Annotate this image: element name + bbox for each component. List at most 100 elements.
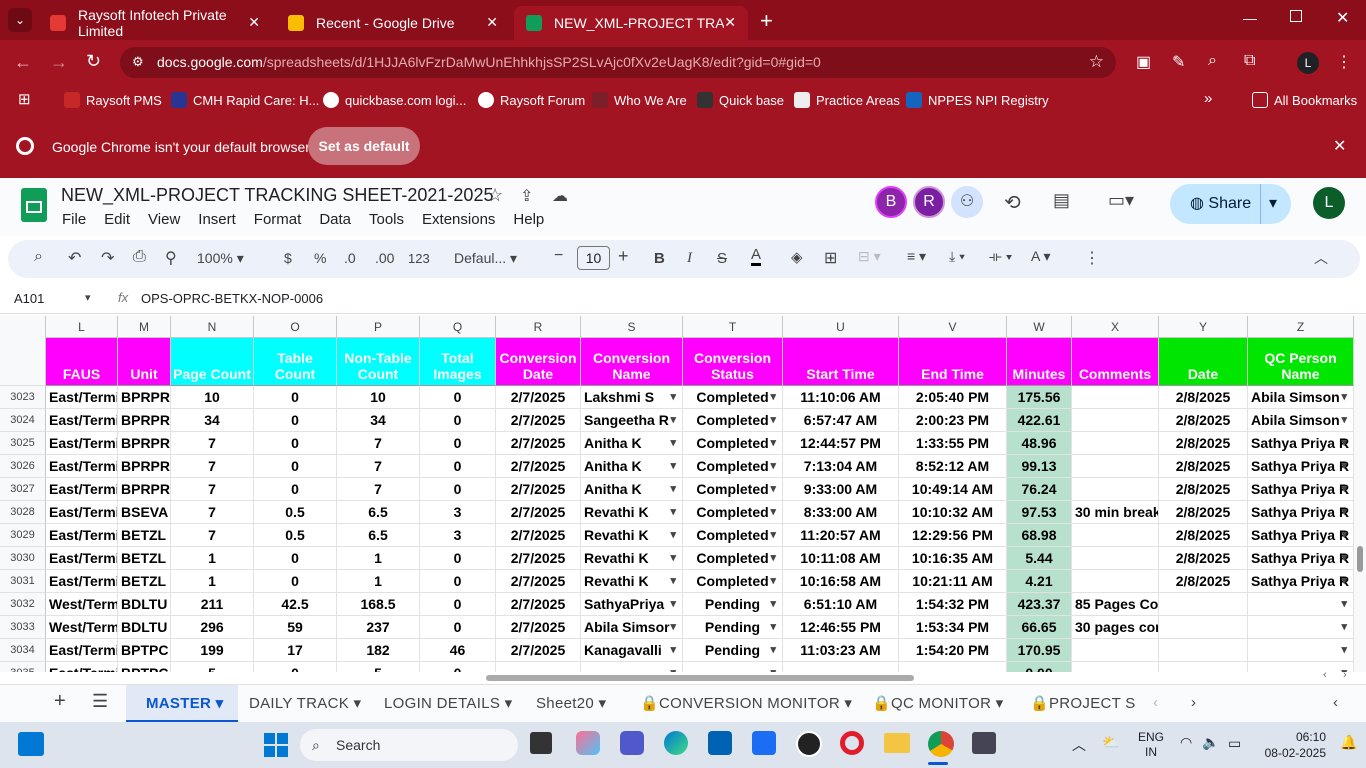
header-cell[interactable]: Minutes xyxy=(1007,338,1072,386)
table-cell[interactable]: 0 xyxy=(254,386,337,409)
table-cell[interactable] xyxy=(783,662,899,672)
table-cell[interactable] xyxy=(1159,662,1248,672)
table-cell[interactable]: Abila Simson xyxy=(1248,386,1354,409)
more-options-icon[interactable]: ⋮ xyxy=(1084,248,1100,268)
header-cell[interactable]: Non-Table Count xyxy=(337,338,420,386)
table-cell[interactable]: 296 xyxy=(171,616,254,639)
file-manager-icon[interactable] xyxy=(530,732,552,754)
vertical-align-icon[interactable]: ⤓ ▾ xyxy=(949,248,965,265)
table-cell[interactable]: Completed xyxy=(683,501,783,524)
header-cell[interactable]: FAUS xyxy=(46,338,118,386)
text-rotation-icon[interactable]: A ▾ xyxy=(1031,248,1050,265)
table-cell[interactable]: 170.95 xyxy=(1007,639,1072,662)
browser-tab-drive[interactable]: Recent - Google Drive ✕ xyxy=(276,6,510,40)
header-cell[interactable]: End Time xyxy=(899,338,1007,386)
table-cell[interactable] xyxy=(1248,616,1354,639)
header-cell[interactable]: Table Count xyxy=(254,338,337,386)
comments-icon[interactable]: ▤ xyxy=(1053,190,1070,211)
table-cell[interactable]: 3 xyxy=(420,501,496,524)
column-header[interactable]: S xyxy=(581,316,683,338)
store-icon[interactable] xyxy=(708,731,732,755)
name-box-dropdown-icon[interactable]: ▾ xyxy=(85,291,91,304)
add-sheet-icon[interactable]: + xyxy=(54,690,66,713)
table-cell[interactable]: East/Termir xyxy=(46,409,118,432)
merge-cells-icon[interactable]: ⊟ ▾ xyxy=(858,248,881,265)
table-cell[interactable]: BPRPR xyxy=(118,432,171,455)
table-cell[interactable]: 2/8/2025 xyxy=(1159,501,1248,524)
file-explorer-icon[interactable] xyxy=(884,733,910,753)
table-cell[interactable]: Sathya Priya R xyxy=(1248,478,1354,501)
table-cell[interactable]: East/Termir xyxy=(46,639,118,662)
bookmark-quickbase[interactable]: quickbase.com logi... xyxy=(323,92,466,108)
table-cell[interactable]: 0 xyxy=(254,662,337,672)
table-cell[interactable]: East/Termir xyxy=(46,524,118,547)
more-formats-button[interactable]: 123 xyxy=(408,251,430,266)
reload-icon[interactable]: ↻ xyxy=(86,51,101,72)
table-cell[interactable]: 0 xyxy=(420,547,496,570)
browser-tab-raysoft[interactable]: Raysoft Infotech Private Limited ✕ xyxy=(38,6,272,40)
table-cell[interactable]: 5 xyxy=(337,662,420,672)
table-cell[interactable]: 5 xyxy=(171,662,254,672)
table-cell[interactable] xyxy=(496,662,581,672)
widgets-icon[interactable] xyxy=(18,732,44,756)
table-cell[interactable] xyxy=(1072,409,1159,432)
close-tab-icon[interactable]: ✕ xyxy=(486,14,498,31)
table-cell[interactable]: 7:13:04 AM xyxy=(783,455,899,478)
menu-data[interactable]: Data xyxy=(319,211,351,228)
table-cell[interactable]: 1:33:55 PM xyxy=(899,432,1007,455)
table-cell[interactable]: 0 xyxy=(254,570,337,593)
star-icon[interactable]: ☆ xyxy=(487,185,503,206)
row-header[interactable]: 3031 xyxy=(0,570,46,593)
column-header[interactable]: Y xyxy=(1159,316,1248,338)
set-as-default-button[interactable]: Set as default xyxy=(308,127,420,165)
italic-icon[interactable]: I xyxy=(687,250,692,267)
table-cell[interactable]: 0 xyxy=(420,386,496,409)
start-icon[interactable] xyxy=(264,733,288,757)
bookmark-cmh[interactable]: CMH Rapid Care: H... xyxy=(171,92,319,108)
table-cell[interactable]: Completed xyxy=(683,432,783,455)
scroll-tabs-right-icon[interactable]: › xyxy=(1191,694,1196,711)
table-cell[interactable]: 9:33:00 AM xyxy=(783,478,899,501)
table-cell[interactable]: 0 xyxy=(254,547,337,570)
all-bookmarks[interactable]: All Bookmarks xyxy=(1252,92,1357,108)
decrease-font-size-icon[interactable]: − xyxy=(554,247,563,265)
header-cell[interactable]: Date xyxy=(1159,338,1248,386)
table-cell[interactable]: Anitha K xyxy=(581,455,683,478)
table-cell[interactable]: 12:46:55 PM xyxy=(783,616,899,639)
table-cell[interactable] xyxy=(1159,616,1248,639)
table-cell[interactable]: 6.5 xyxy=(337,501,420,524)
table-cell[interactable]: SathyaPriya xyxy=(581,593,683,616)
table-cell[interactable]: BPRPR xyxy=(118,409,171,432)
table-cell[interactable]: 0.5 xyxy=(254,524,337,547)
menu-tools[interactable]: Tools xyxy=(369,211,404,228)
menu-insert[interactable]: Insert xyxy=(198,211,236,228)
table-cell[interactable]: 2/7/2025 xyxy=(496,501,581,524)
move-icon[interactable]: ⇪ xyxy=(520,186,533,206)
show-hidden-icons[interactable]: ︿ xyxy=(1072,735,1086,755)
table-cell[interactable]: 2/8/2025 xyxy=(1159,386,1248,409)
table-cell[interactable]: 2/7/2025 xyxy=(496,593,581,616)
spreadsheet-grid[interactable]: 626 LFAUSMUnitNPage CountOTable CountPNo… xyxy=(0,316,1354,672)
table-cell[interactable]: East/Termir xyxy=(46,662,118,672)
table-cell[interactable]: 10:10:32 AM xyxy=(899,501,1007,524)
notifications-icon[interactable]: 🔔 xyxy=(1340,734,1357,751)
table-cell[interactable]: 2/8/2025 xyxy=(1159,524,1248,547)
table-cell[interactable]: 2/8/2025 xyxy=(1159,547,1248,570)
menu-format[interactable]: Format xyxy=(254,211,302,228)
column-header[interactable]: M xyxy=(118,316,171,338)
table-cell[interactable]: 10 xyxy=(337,386,420,409)
table-cell[interactable]: Sathya Priya R xyxy=(1248,524,1354,547)
table-cell[interactable]: 2/8/2025 xyxy=(1159,409,1248,432)
table-cell[interactable]: 199 xyxy=(171,639,254,662)
menu-help[interactable]: Help xyxy=(513,211,544,228)
collapse-menus-icon[interactable]: ︿ xyxy=(1314,248,1328,268)
bookmark-star-icon[interactable]: ☆ xyxy=(1089,52,1104,72)
column-header[interactable]: X xyxy=(1072,316,1159,338)
table-cell[interactable] xyxy=(1248,662,1354,672)
paint-format-icon[interactable]: ⚲ xyxy=(165,248,177,268)
language-indicator[interactable]: ENG IN xyxy=(1138,730,1164,760)
bookmark-raysoft-pms[interactable]: Raysoft PMS xyxy=(64,92,162,108)
header-cell[interactable]: Unit xyxy=(118,338,171,386)
print-icon[interactable]: ⎙ xyxy=(133,248,146,266)
bookmark-raysoft-forum[interactable]: Raysoft Forum xyxy=(478,92,585,108)
